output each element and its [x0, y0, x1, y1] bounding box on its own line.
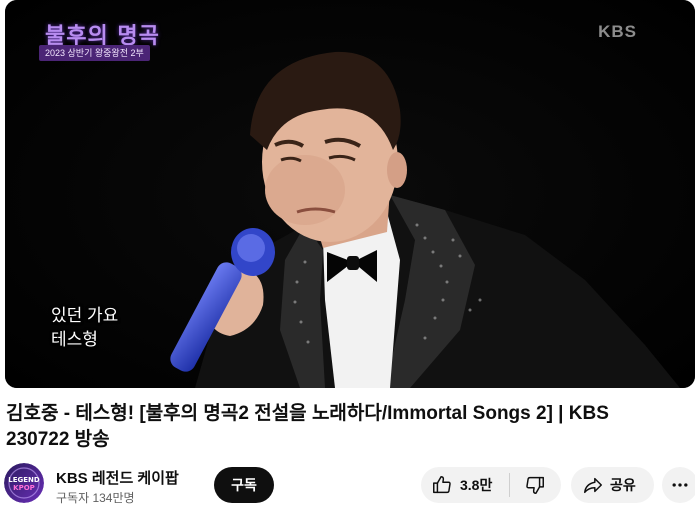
like-dislike-group: 3.8만 — [421, 467, 561, 503]
share-label: 공유 — [610, 477, 636, 493]
channel-avatar[interactable]: LEGEND KPOP — [4, 463, 44, 503]
like-count: 3.8만 — [460, 477, 493, 493]
thumbs-up-icon — [431, 474, 453, 496]
show-logo: 불후의 명곡 2023 상반기 왕중왕전 2부 — [35, 18, 167, 66]
more-actions-button[interactable] — [662, 467, 695, 503]
share-button[interactable]: 공유 — [571, 467, 654, 503]
show-logo-subtitle: 2023 상반기 왕중왕전 2부 — [39, 45, 150, 61]
share-arrow-icon — [582, 474, 604, 496]
caption-line: 테스형 — [51, 330, 98, 349]
svg-text:LEGEND: LEGEND — [8, 476, 40, 484]
more-horizontal-icon — [670, 475, 690, 495]
caption-line: 있던 가요 — [51, 306, 119, 325]
subscriber-count: 구독자 134만명 — [56, 491, 135, 505]
broadcaster-watermark: KBS — [598, 22, 637, 41]
video-player[interactable]: 불후의 명곡 2023 상반기 왕중왕전 2부 KBS 있던 가요 테스형 — [5, 0, 695, 388]
channel-name[interactable]: KBS 레전드 케이팝 — [56, 467, 179, 488]
subscribe-button[interactable]: 구독 — [214, 467, 274, 503]
like-button[interactable]: 3.8만 — [421, 467, 509, 503]
thumbs-down-icon — [524, 474, 546, 496]
svg-text:KPOP: KPOP — [13, 484, 35, 492]
legend-kpop-logo: LEGEND KPOP — [4, 463, 44, 503]
video-title: 김호중 - 테스형! [불후의 명곡2 전설을 노래하다/Immortal So… — [6, 403, 609, 450]
caption-subtitle: 있던 가요 테스형 — [51, 304, 171, 352]
dislike-button[interactable] — [510, 467, 560, 503]
